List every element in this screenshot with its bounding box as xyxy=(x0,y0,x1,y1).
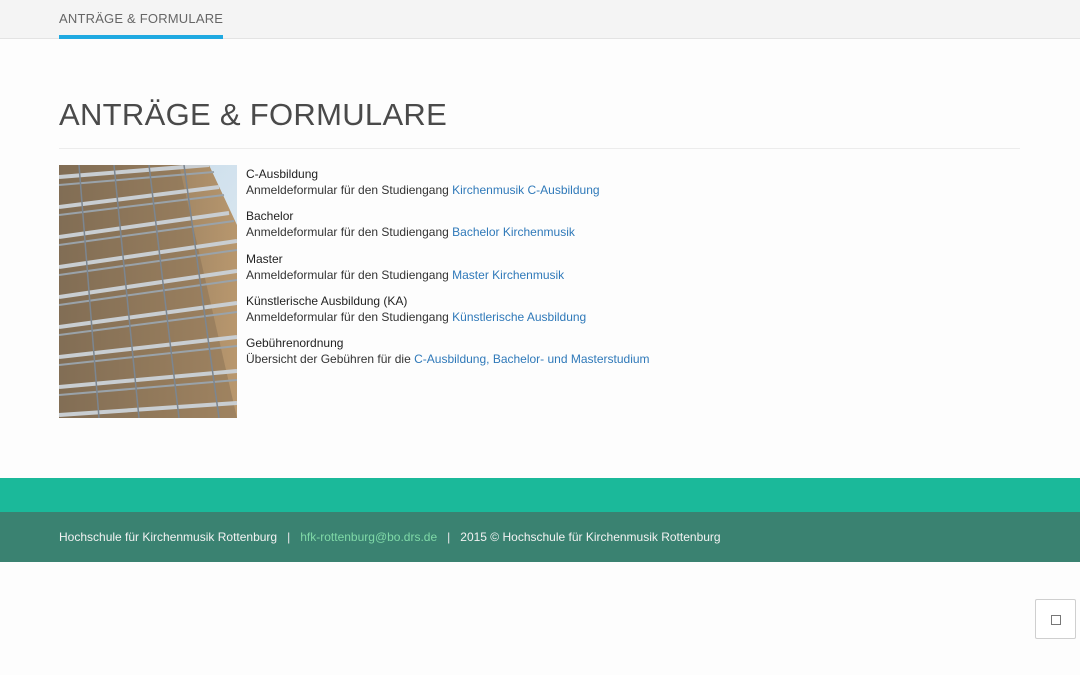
form-link-kuenstlerische-ausbildung[interactable]: Künstlerische Ausbildung xyxy=(452,310,586,324)
list-item: Bachelor Anmeldeformular für den Studien… xyxy=(246,208,946,250)
form-description: Anmeldeformular für den Studiengang Mast… xyxy=(246,267,565,282)
form-link-bachelor-kirchenmusik[interactable]: Bachelor Kirchenmusik xyxy=(452,225,575,239)
list-item: Master Anmeldeformular für den Studienga… xyxy=(246,251,946,293)
form-description: Anmeldeformular für den Studiengang Bach… xyxy=(246,225,575,240)
footer-org: Hochschule für Kirchenmusik Rottenburg xyxy=(59,530,278,544)
form-description: Anmeldeformular für den Studiengang Küns… xyxy=(246,309,587,324)
footer-copyright: 2015 © Hochschule für Kirchenmusik Rotte… xyxy=(460,530,721,544)
footer-separator: | xyxy=(287,530,291,544)
footer-band xyxy=(0,478,1080,512)
list-item: Gebührenordnung Übersicht der Gebühren f… xyxy=(246,335,946,377)
form-heading: Bachelor xyxy=(246,209,294,224)
list-item: C-Ausbildung Anmeldeformular für den Stu… xyxy=(246,166,946,208)
tab-antraege-formulare[interactable]: ANTRÄGE & FORMULARE xyxy=(59,0,224,39)
footer-separator: | xyxy=(447,530,451,544)
forms-list: C-Ausbildung Anmeldeformular für den Stu… xyxy=(246,166,946,377)
form-description: Übersicht der Gebühren für die C-Ausbild… xyxy=(246,352,650,367)
scroll-to-top-button[interactable] xyxy=(1035,599,1076,639)
form-link-kirchenmusik-c-ausbildung[interactable]: Kirchenmusik C-Ausbildung xyxy=(452,183,599,197)
top-navigation: ANTRÄGE & FORMULARE xyxy=(0,0,1080,39)
building-facade-photo xyxy=(59,165,237,418)
footer-email-link[interactable]: hfk-rottenburg@bo.drs.de xyxy=(300,530,437,544)
square-icon xyxy=(1051,615,1061,625)
form-heading: C-Ausbildung xyxy=(246,167,319,181)
title-divider xyxy=(59,148,1020,149)
footer: Hochschule für Kirchenmusik Rottenburg | h… xyxy=(0,512,1080,562)
form-heading: Master xyxy=(246,251,283,266)
form-heading: Gebührenordnung xyxy=(246,336,344,351)
footer-row: Hochschule für Kirchenmusik Rottenburg | h… xyxy=(59,530,721,544)
form-link-master-kirchenmusik[interactable]: Master Kirchenmusik xyxy=(452,268,564,282)
list-item: Künstlerische Ausbildung (KA) Anmeldefor… xyxy=(246,293,946,335)
form-description: Anmeldeformular für den Studiengang Kirc… xyxy=(246,183,600,197)
form-heading: Künstlerische Ausbildung (KA) xyxy=(246,293,408,308)
form-link-gebuehrenordnung[interactable]: C-Ausbildung, Bachelor- und Masterstudiu… xyxy=(414,352,649,366)
page-title: ANTRÄGE & FORMULARE xyxy=(59,97,448,132)
